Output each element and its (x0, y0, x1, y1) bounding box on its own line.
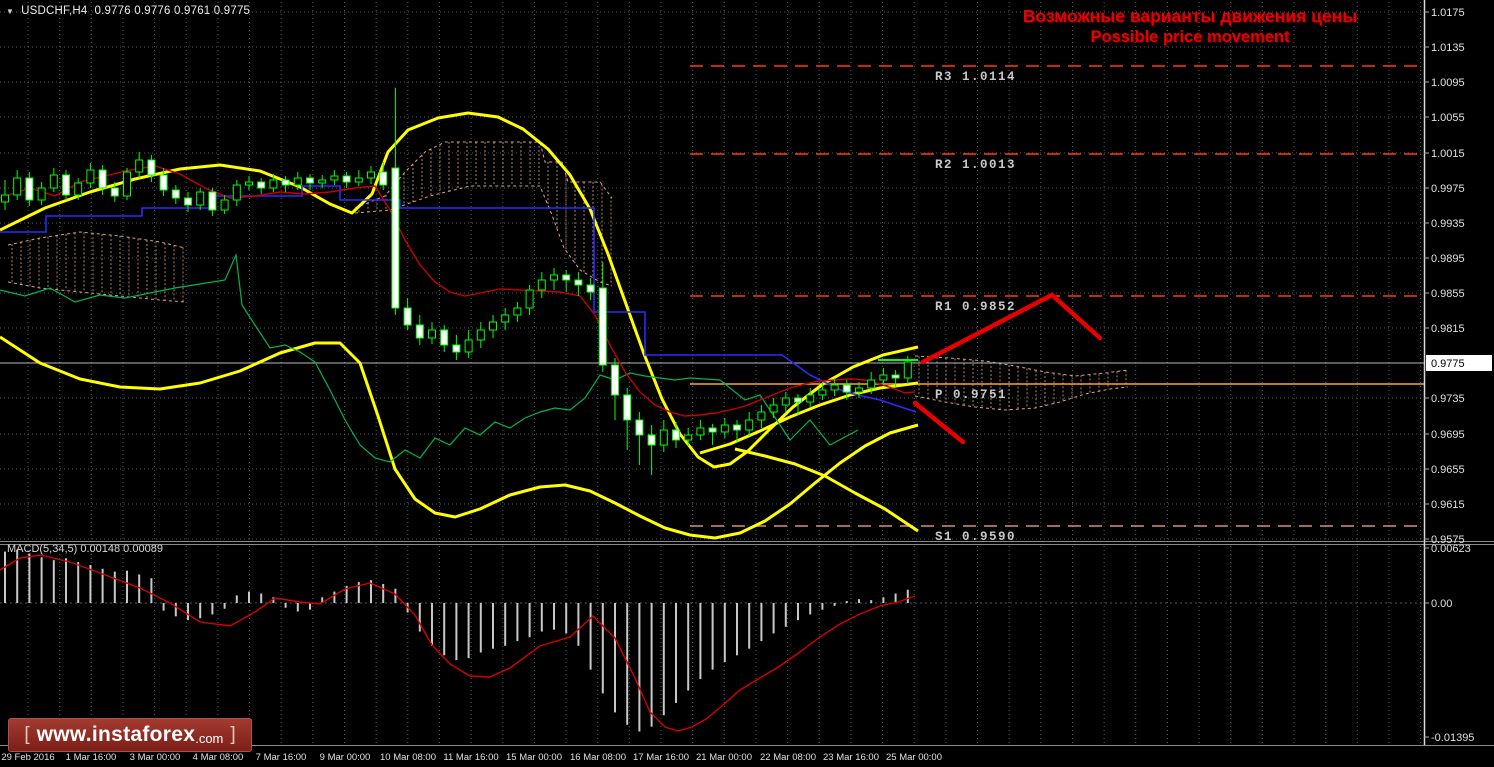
tenkan-line (0, 165, 916, 417)
chart-canvas[interactable]: R3 1.0114R2 1.0013R1 0.9852P 0.9751S1 0.… (0, 0, 1494, 767)
chart-window: R3 1.0114 R2 1.0013 R1 0.9852 P 0.9751 S1 0.… (0, 0, 1494, 767)
logo-site-text: www.instaforex (36, 723, 196, 746)
price-axis-label: 0.9935 (1431, 218, 1465, 230)
time-axis-label: 29 Feb 2016 (1, 752, 54, 763)
panel-frames (0, 0, 1494, 746)
time-axis-label: 25 Mar 00:00 (886, 752, 942, 763)
bollinger-band (734, 447, 919, 533)
price-axis-label: 0.9895 (1431, 253, 1465, 265)
annotation-title-en: Possible price movement (1090, 28, 1290, 46)
pivot-label: R3 1.0114 (935, 70, 1016, 84)
time-axis-label: 1 Mar 16:00 (66, 752, 117, 763)
macd-signal-line (0, 554, 916, 732)
logo-tld-text: .com (195, 730, 224, 746)
price-axis-label: 1.0015 (1431, 148, 1465, 160)
time-axis-label: 11 Mar 16:00 (443, 752, 498, 763)
time-axis-label: 21 Mar 00:00 (696, 752, 752, 763)
price-axis-label: 0.9655 (1431, 464, 1465, 476)
price-axis-label: 1.0095 (1431, 77, 1465, 89)
macd-axis-label: 0.00623 (1431, 543, 1471, 555)
price-axis-label: 0.9735 (1431, 393, 1465, 405)
pivot-label: P 0.9751 (935, 388, 1007, 402)
symbol-dropdown-icon[interactable]: ▼ (6, 7, 14, 16)
macd-panel (0, 549, 916, 732)
instaforex-logo[interactable]: [ www.instaforex .com ] (8, 718, 252, 752)
macd-axis-label: 0.00 (1431, 598, 1452, 610)
logo-open-bracket: [ (24, 724, 30, 745)
time-axis-label: 4 Mar 08:00 (193, 752, 244, 763)
time-axis-label: 17 Mar 16:00 (633, 752, 689, 763)
time-axis-label: 16 Mar 08:00 (570, 752, 626, 763)
pivot-lines (690, 65, 1424, 527)
symbol-title: USDCHF,H4 (21, 5, 88, 17)
time-axis-label: 22 Mar 08:00 (760, 752, 816, 763)
ohlc-values: 0.9776 0.9776 0.9761 0.9775 (94, 5, 251, 17)
time-axis-label: 9 Mar 00:00 (320, 752, 371, 763)
price-axis-label: 0.9695 (1431, 429, 1465, 441)
price-axis[interactable]: 1.01751.01351.00951.00551.00150.99750.99… (1424, 7, 1492, 744)
price-axis-label: 0.9855 (1431, 288, 1465, 300)
time-axis[interactable]: 29 Feb 2016 1 Mar 16:00 3 Mar 00:00 4 Mar 0… (1, 752, 942, 763)
annotation-title: Возможные варианты движения цены Possibl… (905, 6, 1475, 48)
time-axis-label: 3 Mar 00:00 (130, 752, 181, 763)
forecast-arrow-down (912, 400, 966, 445)
price-axis-label: 0.9975 (1431, 183, 1465, 195)
macd-header: MACD(5,34,5) 0.00148 0.00089 (7, 543, 163, 555)
price-axis-label: 0.9615 (1431, 499, 1465, 511)
annotation-title-ru: Возможные варианты движения цены (1022, 6, 1358, 26)
indicator-overlays (0, 111, 919, 540)
time-axis-label: 10 Mar 08:00 (380, 752, 436, 763)
price-axis-label: 0.9815 (1431, 323, 1465, 335)
time-axis-label: 23 Mar 16:00 (823, 752, 879, 763)
current-price-label: 0.9775 (1431, 358, 1465, 370)
macd-axis-label: -0.01395 (1431, 732, 1474, 744)
symbol-header: ▼ USDCHF,H4 0.9776 0.9776 0.9761 0.9775 (6, 5, 250, 17)
time-axis-label: 15 Mar 00:00 (506, 752, 562, 763)
forecast-arrows (912, 292, 1103, 445)
time-axis-label: 7 Mar 16:00 (256, 752, 307, 763)
kijun-line (0, 185, 917, 413)
pivot-label: R1 0.9852 (935, 300, 1016, 314)
pivot-label: R2 1.0013 (935, 158, 1016, 172)
price-axis-label: 1.0055 (1431, 112, 1465, 124)
pivot-labels: R3 1.0114R2 1.0013R1 0.9852P 0.9751S1 0.… (935, 70, 1016, 544)
bollinger-band (0, 335, 919, 540)
logo-close-bracket: ] (230, 724, 236, 745)
